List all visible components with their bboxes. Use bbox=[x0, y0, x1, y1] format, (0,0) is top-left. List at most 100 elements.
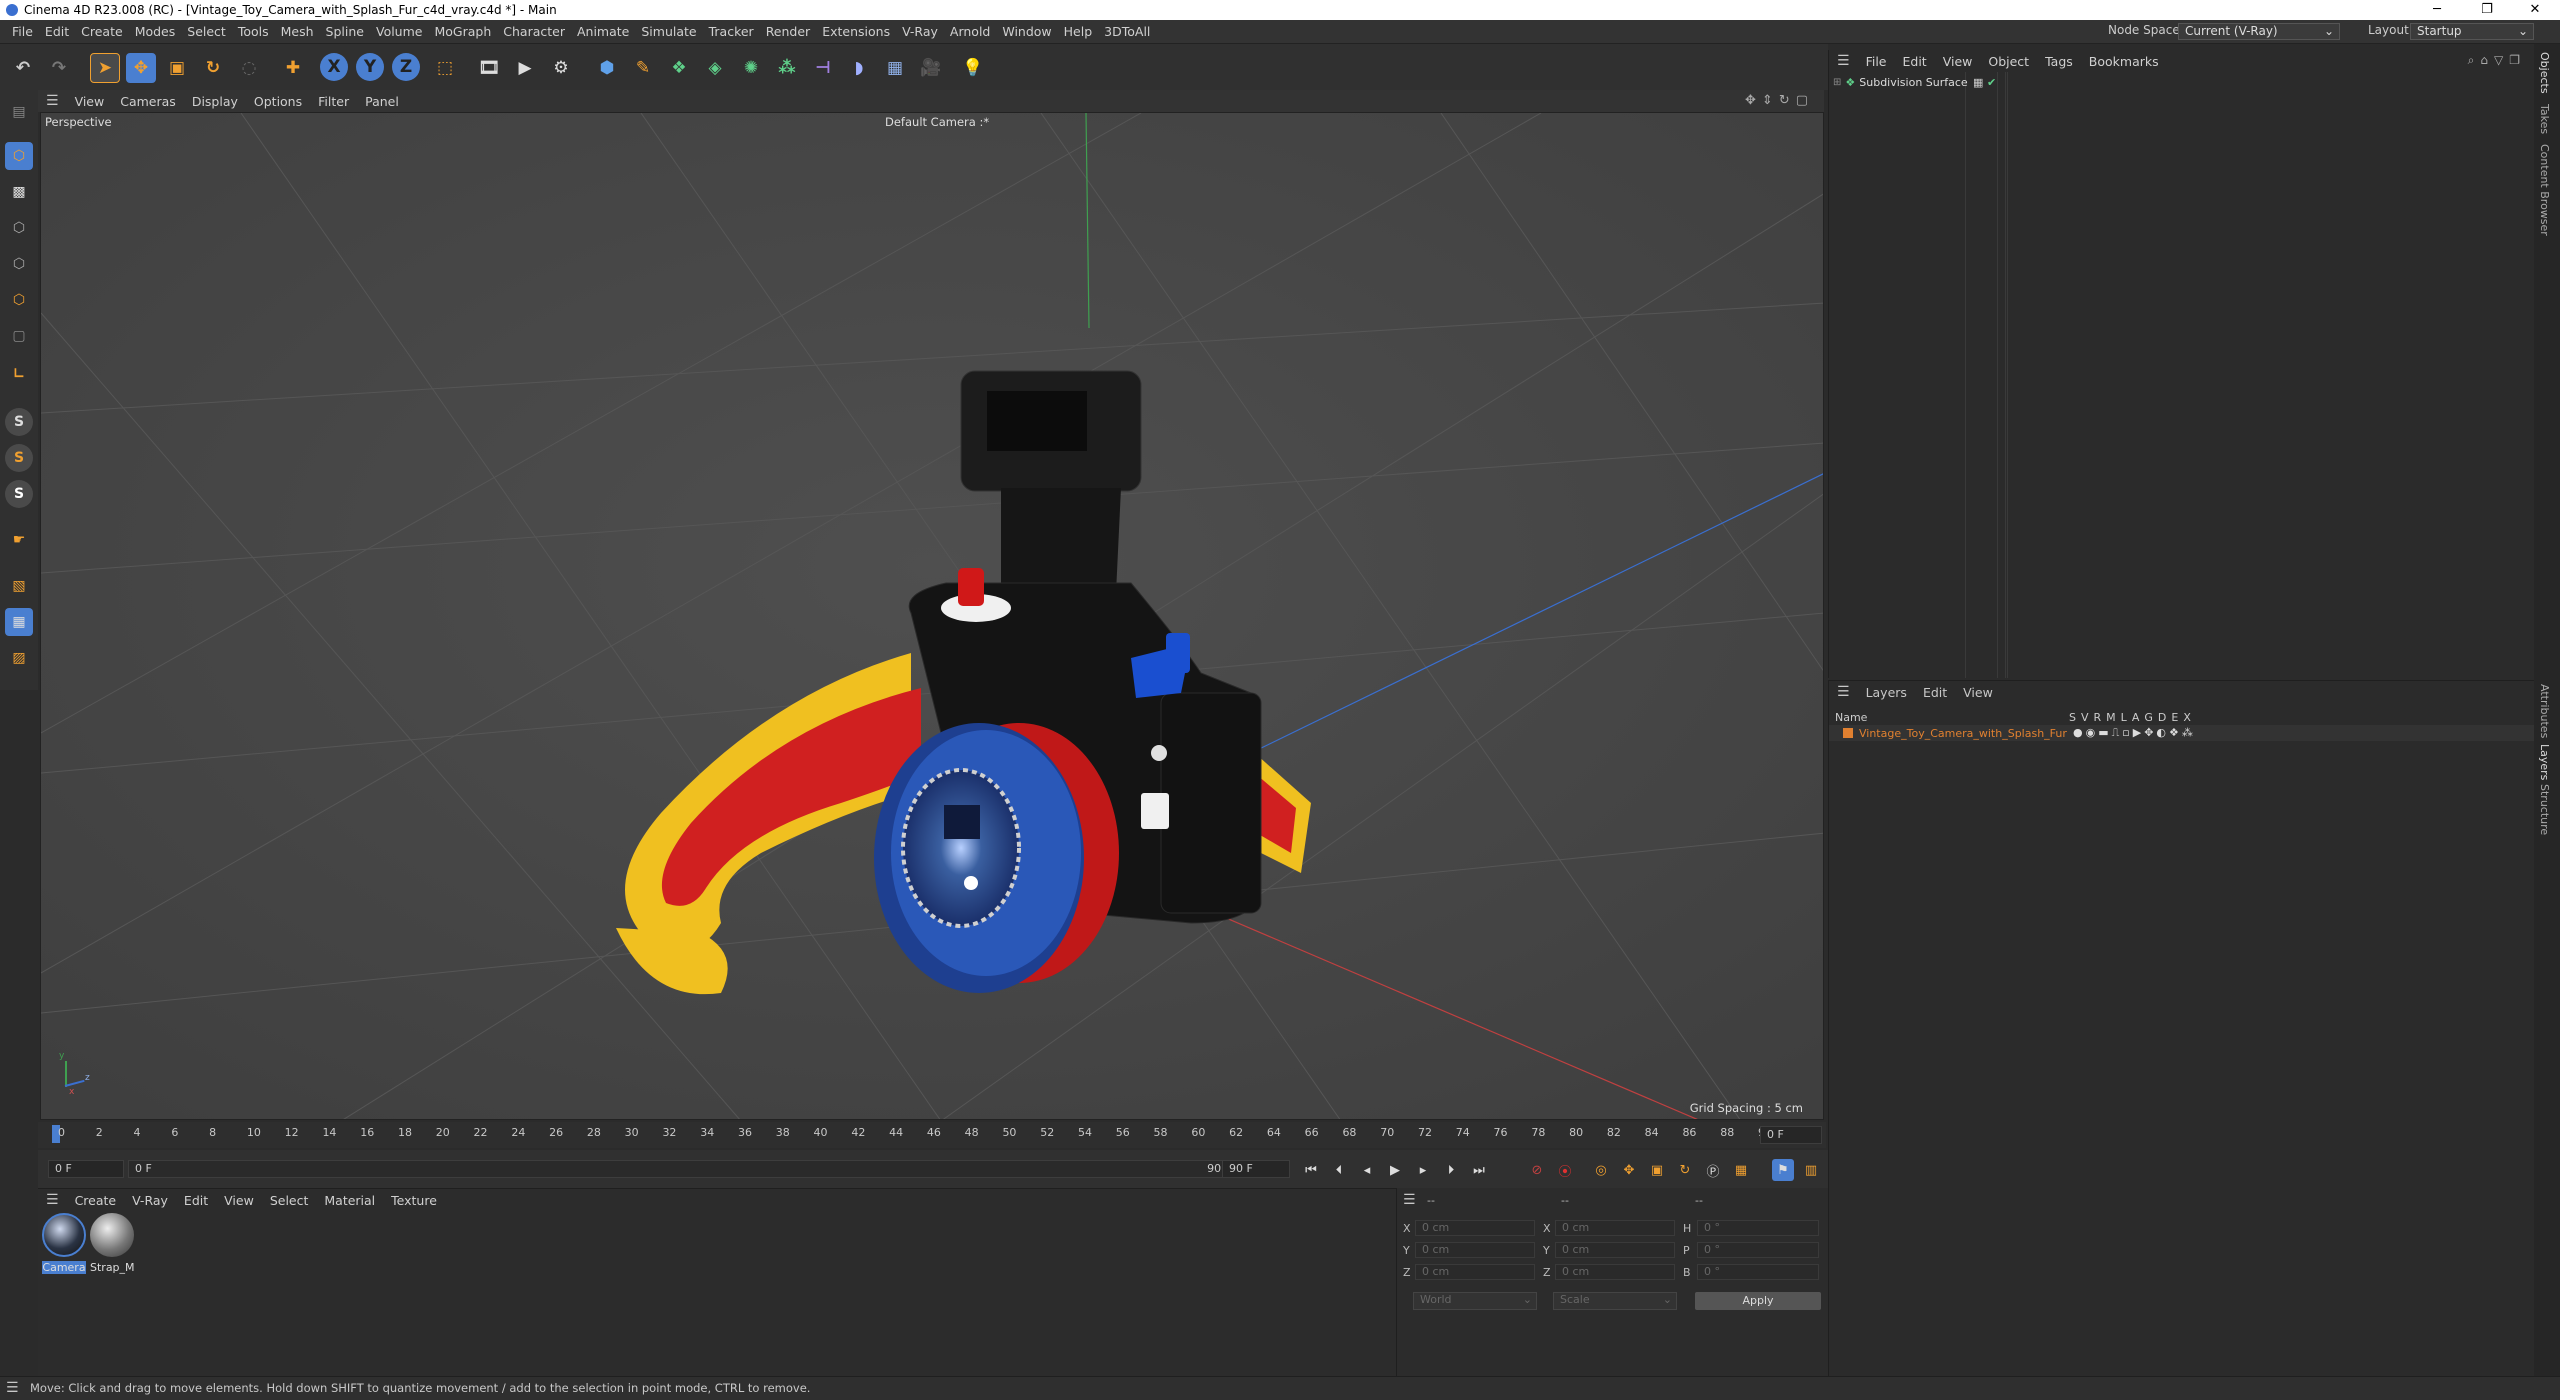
autokey-icon[interactable]: ⦿ bbox=[1554, 1159, 1576, 1181]
rot-h-field[interactable]: 0 ° bbox=[1697, 1220, 1819, 1236]
menu-tracker[interactable]: Tracker bbox=[709, 24, 754, 39]
layer-menu-view[interactable]: View bbox=[1963, 685, 1993, 700]
rotate-icon[interactable]: ↻ bbox=[198, 53, 228, 83]
tab-structure[interactable]: Structure bbox=[2538, 784, 2551, 835]
go-to-start-icon[interactable]: ⏮ bbox=[1300, 1159, 1322, 1181]
field-icon[interactable]: ◗ bbox=[844, 53, 874, 83]
camera-name[interactable]: Default Camera :* bbox=[885, 115, 989, 129]
end-frame-field[interactable]: 90 F bbox=[1222, 1160, 1290, 1178]
node-space-select[interactable]: Current (V-Ray) ⌄ bbox=[2178, 23, 2340, 40]
render-view-icon[interactable]: ▶ bbox=[510, 53, 540, 83]
record-icon[interactable]: ⊘ bbox=[1526, 1159, 1548, 1181]
layout-select[interactable]: Startup ⌄ bbox=[2410, 23, 2534, 40]
timeline-window-icon[interactable]: ▥ bbox=[1800, 1159, 1822, 1181]
object-menu-edit[interactable]: Edit bbox=[1902, 54, 1926, 69]
size-z-field[interactable]: 0 cm bbox=[1555, 1264, 1675, 1280]
hamburger-icon[interactable]: ☰ bbox=[1837, 684, 1850, 700]
start-frame-field[interactable]: 0 F bbox=[48, 1160, 124, 1178]
tab-content-browser[interactable]: Content Browser bbox=[2538, 144, 2551, 236]
close-button[interactable]: ✕ bbox=[2512, 0, 2558, 20]
viewport-menu-cameras[interactable]: Cameras bbox=[120, 94, 176, 109]
prev-frame-icon[interactable]: ◂ bbox=[1356, 1159, 1378, 1181]
menu-select[interactable]: Select bbox=[187, 24, 226, 39]
size-y-field[interactable]: 0 cm bbox=[1555, 1242, 1675, 1258]
menu-vray[interactable]: V-Ray bbox=[902, 24, 938, 39]
keyframe-selection-icon[interactable]: ◎ bbox=[1590, 1159, 1612, 1181]
layer-flag-toggles[interactable]: ●◉▬⎍▫▶✥◐❖⁂ bbox=[2073, 726, 2196, 740]
menu-extensions[interactable]: Extensions bbox=[822, 24, 890, 39]
menu-modes[interactable]: Modes bbox=[135, 24, 176, 39]
material-menu-material[interactable]: Material bbox=[324, 1193, 375, 1208]
undo-icon[interactable]: ↶ bbox=[8, 53, 38, 83]
x-axis-icon[interactable]: X bbox=[320, 53, 348, 81]
visibility-toggle-icon[interactable]: ▦ bbox=[1973, 76, 1983, 89]
light-icon[interactable]: 💡 bbox=[958, 53, 988, 83]
viewport-menu-filter[interactable]: Filter bbox=[318, 94, 349, 109]
polygons-mode-icon[interactable]: ⬡ bbox=[5, 286, 33, 314]
camera-icon[interactable]: 🎥 bbox=[916, 53, 946, 83]
menu-mesh[interactable]: Mesh bbox=[281, 24, 314, 39]
select-arrow-icon[interactable]: ➤ bbox=[90, 53, 120, 83]
menu-3dtoall[interactable]: 3DToAll bbox=[1104, 24, 1150, 39]
menu-spline[interactable]: Spline bbox=[326, 24, 364, 39]
pos-x-field[interactable]: 0 cm bbox=[1415, 1220, 1535, 1236]
tree-expand-icon[interactable]: ⊞ bbox=[1833, 77, 1841, 88]
layer-row[interactable]: Vintage_Toy_Camera_with_Splash_Fur ●◉▬⎍▫… bbox=[1829, 725, 2535, 741]
hamburger-icon[interactable]: ☰ bbox=[46, 1192, 59, 1208]
go-to-end-icon[interactable]: ⏭ bbox=[1468, 1159, 1490, 1181]
object-row[interactable]: ⊞ ❖ Subdivision Surface ▦ ✔ bbox=[1833, 74, 2533, 90]
tweak-icon[interactable]: ☛ bbox=[5, 526, 33, 554]
model-mode-icon[interactable]: ⬡ bbox=[5, 142, 33, 170]
coordinate-system-icon[interactable]: ⬚ bbox=[430, 53, 460, 83]
pos-z-field[interactable]: 0 cm bbox=[1415, 1264, 1535, 1280]
key-scale-icon[interactable]: ▣ bbox=[1646, 1159, 1668, 1181]
menu-file[interactable]: File bbox=[12, 24, 33, 39]
key-rotation-icon[interactable]: ↻ bbox=[1674, 1159, 1696, 1181]
prev-key-icon[interactable]: ⏴ bbox=[1328, 1159, 1350, 1181]
object-menu-file[interactable]: File bbox=[1866, 54, 1887, 69]
live-select-icon[interactable]: ◌ bbox=[234, 53, 264, 83]
move-icon[interactable]: ✥ bbox=[126, 53, 156, 83]
key-pla-icon[interactable]: ▦ bbox=[1730, 1159, 1752, 1181]
hamburger-icon[interactable]: ☰ bbox=[1403, 1192, 1416, 1208]
tab-objects[interactable]: Objects bbox=[2538, 52, 2551, 94]
object-menu-tags[interactable]: Tags bbox=[2045, 54, 2073, 69]
next-key-icon[interactable]: ⏵ bbox=[1440, 1159, 1462, 1181]
snap-icon[interactable]: S bbox=[5, 408, 33, 436]
menu-simulate[interactable]: Simulate bbox=[641, 24, 696, 39]
grid-icon[interactable]: ▦ bbox=[5, 608, 33, 636]
cloner-icon[interactable]: ✺ bbox=[736, 53, 766, 83]
extrude-icon[interactable]: ◈ bbox=[700, 53, 730, 83]
locked-workplane-icon[interactable]: ▨ bbox=[5, 644, 33, 672]
floor-icon[interactable]: ▦ bbox=[880, 53, 910, 83]
texture-mode-icon[interactable]: ▩ bbox=[5, 178, 33, 206]
bend-deformer-icon[interactable]: ⊣ bbox=[808, 53, 838, 83]
axis-mode-icon[interactable]: ∟ bbox=[5, 360, 33, 388]
hamburger-icon[interactable]: ☰ bbox=[46, 93, 59, 109]
current-frame-field[interactable]: 0 F bbox=[1760, 1126, 1822, 1144]
render-settings-icon[interactable]: ⚙ bbox=[546, 53, 576, 83]
viewport-menu-display[interactable]: Display bbox=[192, 94, 238, 109]
array-icon[interactable]: ⁂ bbox=[772, 53, 802, 83]
menu-help[interactable]: Help bbox=[1064, 24, 1093, 39]
tab-attributes[interactable]: Attributes bbox=[2538, 684, 2551, 738]
material-menu-texture[interactable]: Texture bbox=[391, 1193, 437, 1208]
material-menu-select[interactable]: Select bbox=[270, 1193, 309, 1208]
menu-arnold[interactable]: Arnold bbox=[950, 24, 990, 39]
coord-mode-select[interactable]: Scale ⌄ bbox=[1553, 1292, 1677, 1310]
edges-mode-icon[interactable]: ⬡ bbox=[5, 250, 33, 278]
object-menu-view[interactable]: View bbox=[1943, 54, 1973, 69]
menu-create[interactable]: Create bbox=[81, 24, 123, 39]
hamburger-icon[interactable]: ☰ bbox=[1837, 53, 1850, 69]
subdivision-icon[interactable]: ❖ bbox=[664, 53, 694, 83]
object-menu-bookmarks[interactable]: Bookmarks bbox=[2089, 54, 2159, 69]
menu-animate[interactable]: Animate bbox=[577, 24, 629, 39]
make-editable-icon[interactable]: ▤ bbox=[5, 98, 33, 126]
menu-render[interactable]: Render bbox=[766, 24, 811, 39]
timeline-ruler[interactable]: 0 2 4 6 8 10 12 14 16 18 20 22 24 26 28 30 32 34 36 38 40 42 4… bbox=[38, 1122, 1826, 1148]
workplane-snap-icon[interactable]: S bbox=[5, 480, 33, 508]
maximize-button[interactable]: ❐ bbox=[2464, 0, 2510, 20]
material-menu-vray[interactable]: V-Ray bbox=[132, 1193, 168, 1208]
y-axis-icon[interactable]: Y bbox=[356, 53, 384, 81]
apply-button[interactable]: Apply bbox=[1695, 1292, 1821, 1310]
